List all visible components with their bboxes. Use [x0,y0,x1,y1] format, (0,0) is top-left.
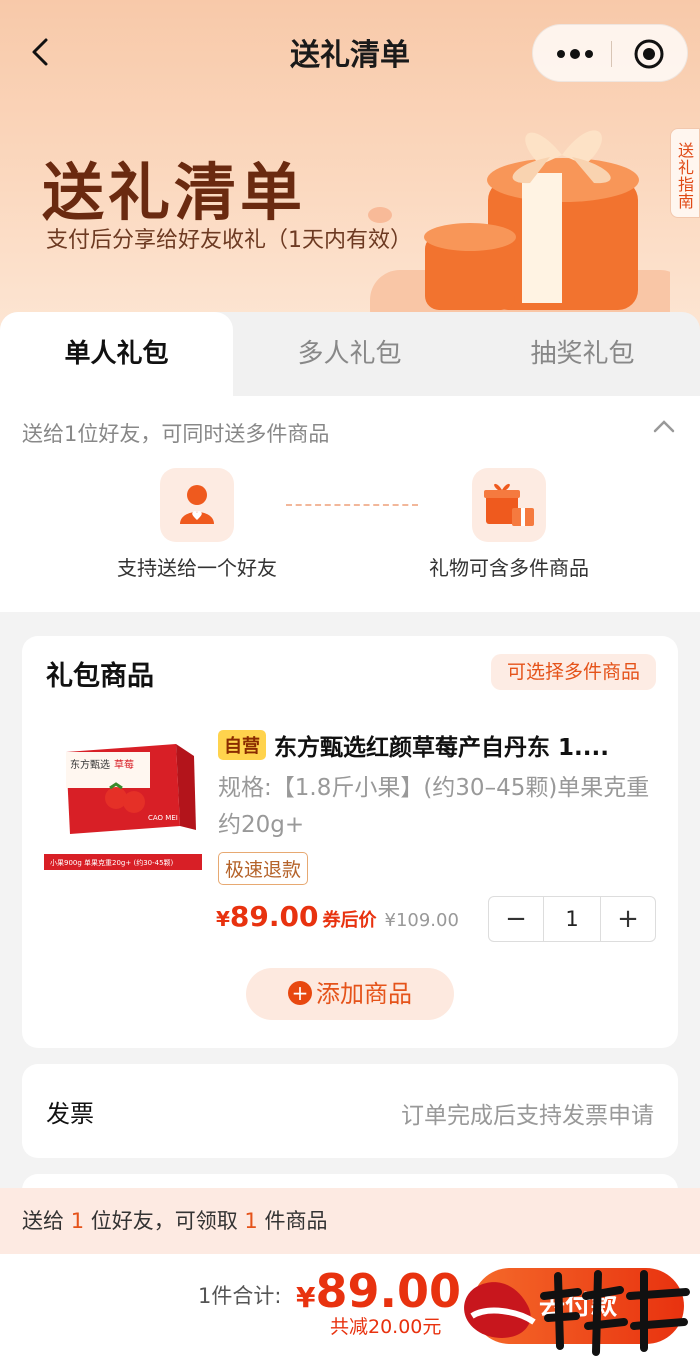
invoice-label: 发票 [46,1100,94,1128]
mini-program-capsule [532,24,688,82]
intro-description: 送给1位好友，可同时送多件商品 [22,422,330,446]
capsule-divider [611,41,612,67]
box-caption-text: 小果900g 单果克重20g+ (约30-45颗) [50,858,174,867]
more-dots-icon[interactable] [555,43,595,65]
chevron-up-icon[interactable] [652,418,676,434]
total-price: ¥89.00 [296,1264,461,1318]
close-target-icon[interactable] [633,38,665,70]
tab-single-gift[interactable]: 单人礼包 [0,312,233,396]
feature-label-multi-items: 礼物可含多件商品 [429,556,589,580]
invoice-value: 订单完成后支持发票申请 [401,1103,654,1129]
box-name-text: 草莓 [114,759,134,771]
gift-products-card: 礼包商品 可选择多件商品 东方甄选 草莓 CAO MEI 小果900g 单果克重… [22,636,678,1048]
gift-type-tabs: 单人礼包 多人礼包 抽奖礼包 [0,312,700,396]
box-brand-text: 东方甄选 [70,758,110,771]
gift-guide-tab[interactable]: 送礼指南 [670,128,700,218]
total-label: 1件合计: [198,1284,282,1308]
product-price: ¥89.00 券后价 ¥109.00 [216,900,459,933]
invoice-row[interactable]: 发票 订单完成后支持发票申请 [22,1064,678,1158]
notice-suffix: 件商品 [257,1209,328,1233]
feature-divider [286,504,418,506]
after-coupon-label: 券后价 [322,910,377,931]
total-currency: ¥ [296,1281,316,1314]
notice-friends-count: 1 [70,1209,85,1233]
product-image[interactable]: 东方甄选 草莓 CAO MEI 小果900g 单果克重20g+ (约30-45颗… [44,726,202,886]
quantity-value[interactable]: 1 [543,897,601,941]
fast-refund-tag: 极速退款 [218,852,309,885]
self-operated-tag: 自营 [218,730,266,760]
box-subtitle-text: CAO MEI [148,814,178,822]
decrease-button[interactable]: − [489,897,543,941]
notice-prefix: 送给 [22,1209,71,1233]
feature-label-one-friend: 支持送给一个好友 [117,556,277,580]
gift-box-illustration [368,130,670,335]
watermark-logo [464,1270,690,1356]
hero-banner: 送礼清单 送礼清单 支付后分享给好友收礼（1天内有效） 送礼指南 [0,0,700,340]
price-currency: ¥ [216,907,230,931]
add-product-label: 添加商品 [316,980,412,1008]
hero-title: 送礼清单 [42,156,307,229]
plus-circle-icon: + [288,981,312,1005]
navigation-bar: 送礼清单 [0,0,700,105]
tab-multi-gift[interactable]: 多人礼包 [233,312,466,396]
tab-lottery-gift[interactable]: 抽奖礼包 [466,312,699,396]
price-value: 89.00 [229,900,319,933]
quantity-stepper: − 1 + [488,896,656,942]
gift-products-title: 礼包商品 [46,661,154,692]
product-name: 东方甄选红颜草莓产自丹东 1.... [274,735,609,761]
multi-select-tag: 可选择多件商品 [490,654,656,690]
add-product-button[interactable]: + 添加商品 [246,968,454,1020]
gift-boxes-icon [472,468,546,542]
gift-intro-section: 送给1位好友，可同时送多件商品 支持送给一个好友 礼物可含多件商品 [0,396,700,612]
product-name-row[interactable]: 自营 东方甄选红颜草莓产自丹东 1.... [218,728,658,762]
original-price: ¥109.00 [384,910,459,931]
discount-text: 共减20.00元 [330,1316,442,1338]
product-spec[interactable]: 规格:【1.8斤小果】(约30–45颗)单果克重约20g+ [218,770,658,844]
notice-middle: 位好友，可领取 [84,1209,245,1233]
total-value: 89.00 [315,1264,461,1318]
increase-button[interactable]: + [601,897,655,941]
gift-summary-notice: 送给 1 位好友，可领取 1 件商品 [0,1188,700,1254]
notice-items-count: 1 [244,1209,258,1233]
friend-heart-icon [160,468,234,542]
